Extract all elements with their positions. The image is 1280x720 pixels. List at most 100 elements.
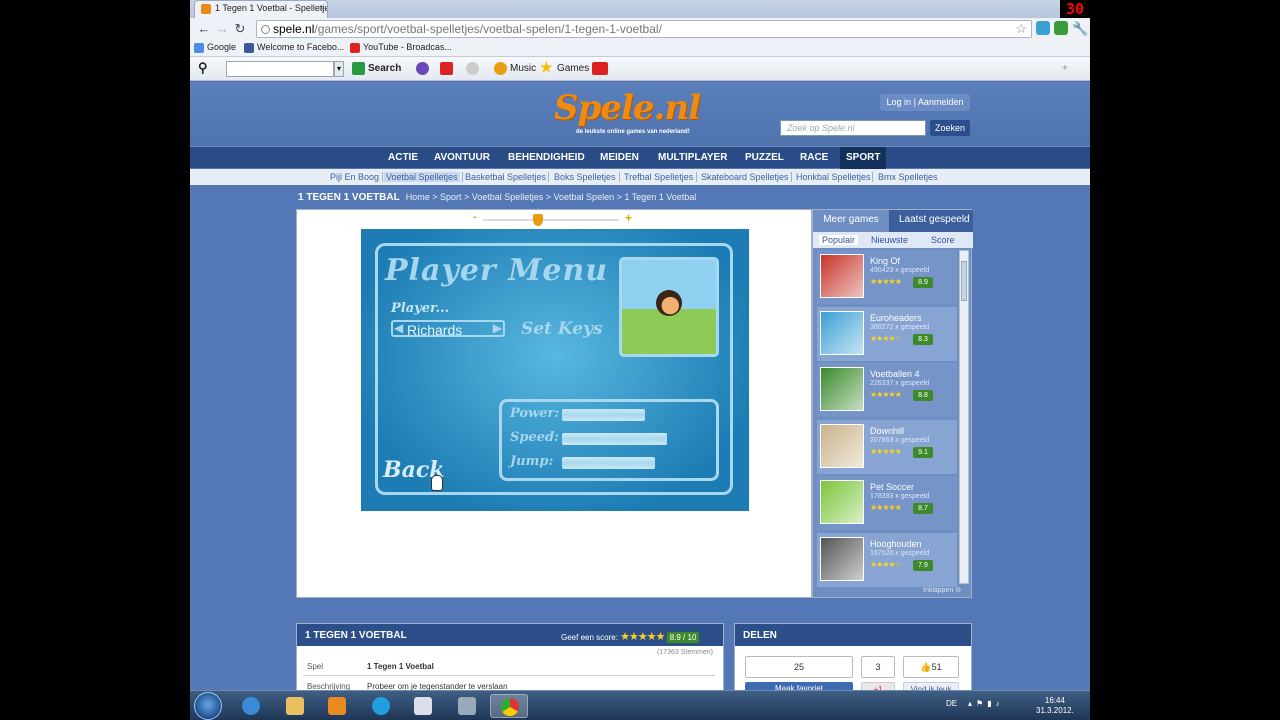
bookmark-star-icon[interactable]: ☆ xyxy=(1015,21,1027,37)
taskbar-notepad[interactable] xyxy=(404,694,442,718)
tray-icons[interactable]: ▴⚑▮♪ xyxy=(968,699,1004,708)
site-search-button[interactable]: Zoeken xyxy=(930,120,970,136)
subnav-trefbal[interactable]: Trefbal Spelletjes xyxy=(624,172,693,182)
scrollbar-thumb[interactable] xyxy=(961,261,967,301)
toolbar-search-dropdown[interactable]: ▾ xyxy=(334,61,344,77)
bookmark-youtube[interactable]: YouTube - Broadcas... xyxy=(350,42,452,53)
game-name[interactable]: Hooghouden xyxy=(870,539,922,549)
player-next-icon[interactable]: ▶ xyxy=(493,321,502,335)
music-icon[interactable] xyxy=(494,62,507,75)
game-thumbnail[interactable] xyxy=(820,310,864,355)
nav-avontuur[interactable]: AVONTUUR xyxy=(434,152,490,163)
set-keys-button[interactable]: Set Keys xyxy=(521,319,603,339)
games-star-icon[interactable]: ★ xyxy=(540,59,553,76)
toolbar-c3-icon[interactable] xyxy=(592,62,608,75)
subnav-voetbal[interactable]: Voetbal Spelletjes xyxy=(384,172,460,182)
player-picker[interactable]: ◀ Richards ▶ xyxy=(391,320,505,338)
subnav-honkbal[interactable]: Honkbal Spelletjes xyxy=(796,172,871,182)
nav-meiden[interactable]: MEIDEN xyxy=(600,152,639,163)
zoom-track[interactable] xyxy=(483,219,619,221)
nav-actie[interactable]: ACTIE xyxy=(388,152,418,163)
subnav-skateboard[interactable]: Skateboard Spelletjes xyxy=(701,172,789,182)
game-name[interactable]: King Of xyxy=(870,256,900,266)
extension-skype-icon[interactable] xyxy=(1036,21,1050,35)
site-header: Spele.nl de leukste online games van ned… xyxy=(190,82,1090,146)
zoom-out-button[interactable]: - xyxy=(473,211,477,223)
game-thumbnail[interactable] xyxy=(820,536,864,581)
taskbar-ie[interactable] xyxy=(232,694,270,718)
subnav-pijl-en-boog[interactable]: Pijl En Boog xyxy=(330,172,379,182)
search-arrow-icon[interactable] xyxy=(352,62,365,75)
tab-active[interactable]: 1 Tegen 1 Voetbal - Spelletje × xyxy=(194,0,328,18)
toolbar-games-link[interactable]: Games xyxy=(557,63,589,74)
site-logo[interactable]: Spele.nl xyxy=(554,88,701,128)
reload-icon[interactable]: ↻ xyxy=(232,21,248,37)
bookmark-google[interactable]: Google xyxy=(194,42,236,53)
nav-behendigheid[interactable]: BEHENDIGHEID xyxy=(508,152,585,163)
nav-race[interactable]: RACE xyxy=(800,152,828,163)
taskbar-skype[interactable] xyxy=(362,694,400,718)
sidebar-game-item[interactable]: Downhill 207863 x gespeeld ★★★★★ 9.1 xyxy=(817,419,957,474)
sidebar-game-item[interactable]: Voetballen 4 226337 x gespeeld ★★★★★ 8.8 xyxy=(817,363,957,417)
forward-arrow-icon[interactable]: → xyxy=(214,21,230,37)
toolbar-radio-icon[interactable] xyxy=(416,62,429,75)
collapse-link[interactable]: Inklappen ⊖ xyxy=(923,586,961,594)
extension-green-icon[interactable] xyxy=(1054,21,1068,35)
search-magnifier-icon[interactable]: ⚲ xyxy=(198,60,208,76)
tab-laatst-gespeeld[interactable]: Laatst gespeeld xyxy=(899,214,970,225)
rating-stars-icon[interactable]: ★★★★★ xyxy=(620,631,665,643)
wrench-menu-icon[interactable]: 🔧 xyxy=(1072,21,1088,37)
sidebar-scrollbar[interactable] xyxy=(959,250,969,584)
game-thumbnail[interactable] xyxy=(820,367,864,411)
game-name[interactable]: Euroheaders xyxy=(870,313,922,323)
toolbar-add-icon[interactable]: + xyxy=(1062,63,1068,74)
subtab-populair[interactable]: Populair xyxy=(819,235,859,245)
site-search-input[interactable]: Zoek op Spele.nl xyxy=(780,120,926,136)
player-stats: Power: Speed: Jump: xyxy=(499,399,719,481)
zoom-knob[interactable] xyxy=(533,214,544,226)
tab-meer-games[interactable]: Meer games xyxy=(813,210,889,232)
game-name[interactable]: Downhill xyxy=(870,426,904,436)
game-canvas[interactable]: Player Menu Player... ◀ Richards ▶ Set K… xyxy=(361,229,749,511)
nav-sport[interactable]: SPORT xyxy=(846,152,880,163)
login-link[interactable]: Log in xyxy=(887,97,912,107)
tab-close-icon[interactable]: × xyxy=(319,3,324,13)
toolbar-music-link[interactable]: Music xyxy=(510,63,536,74)
subnav-bmx[interactable]: Bmx Spelletjes xyxy=(878,172,938,182)
sidebar-game-item[interactable]: Euroheaders 380272 x gespeeld ★★★★☆ 8.3 xyxy=(817,306,957,361)
toolbar-hand-icon[interactable] xyxy=(466,62,479,75)
game-name[interactable]: Voetballen 4 xyxy=(870,369,920,379)
subtab-score[interactable]: Score xyxy=(931,235,955,245)
zoom-slider[interactable]: - + xyxy=(473,211,633,226)
register-link[interactable]: Aanmelden xyxy=(918,97,964,107)
sidebar-game-item[interactable]: King Of 490423 x gespeeld ★★★★★ 8.9 xyxy=(817,250,957,304)
rating-widget[interactable]: Geef een score: ★★★★★ 8.9 / 10 xyxy=(561,630,700,643)
taskbar-explorer[interactable] xyxy=(276,694,314,718)
game-thumbnail[interactable] xyxy=(820,254,864,298)
taskbar-chrome[interactable] xyxy=(490,694,528,718)
game-thumbnail[interactable] xyxy=(820,423,864,468)
nav-puzzel[interactable]: PUZZEL xyxy=(745,152,784,163)
sidebar-game-item[interactable]: Hooghouden 167520 x gespeeld ★★★★☆ 7.9 xyxy=(817,532,957,587)
address-bar[interactable]: spele.nl/games/sport/voetbal-spelletjes/… xyxy=(256,20,1032,38)
taskbar-media-player[interactable] xyxy=(318,694,356,718)
breadcrumb-trail[interactable]: Home > Sport > Voetbal Spelletjes > Voet… xyxy=(406,192,697,202)
zoom-in-button[interactable]: + xyxy=(625,211,632,225)
back-arrow-icon[interactable]: ← xyxy=(196,21,212,37)
game-thumbnail[interactable] xyxy=(820,480,864,524)
player-prev-icon[interactable]: ◀ xyxy=(394,321,403,335)
toolbar-youtube-icon[interactable] xyxy=(440,62,453,75)
taskbar-app[interactable] xyxy=(448,694,486,718)
start-button[interactable] xyxy=(194,692,222,720)
subnav-boks[interactable]: Boks Spelletjes xyxy=(554,172,616,182)
toolbar-search-button[interactable]: Search xyxy=(368,63,401,74)
subnav-basketbal[interactable]: Basketbal Spelletjes xyxy=(465,172,546,182)
nav-multiplayer[interactable]: MULTIPLAYER xyxy=(658,152,727,163)
bookmark-facebook[interactable]: Welcome to Facebo... xyxy=(244,42,344,53)
tray-language[interactable]: DE xyxy=(946,699,957,708)
subtab-nieuwste[interactable]: Nieuwste xyxy=(871,235,908,245)
toolbar-search-input[interactable] xyxy=(226,61,334,77)
game-name[interactable]: Pet Soccer xyxy=(870,482,914,492)
sidebar-game-item[interactable]: Pet Soccer 178393 x gespeeld ★★★★★ 8.7 xyxy=(817,476,957,530)
taskbar-clock[interactable]: 16:44 31.3.2012. xyxy=(1036,696,1074,716)
